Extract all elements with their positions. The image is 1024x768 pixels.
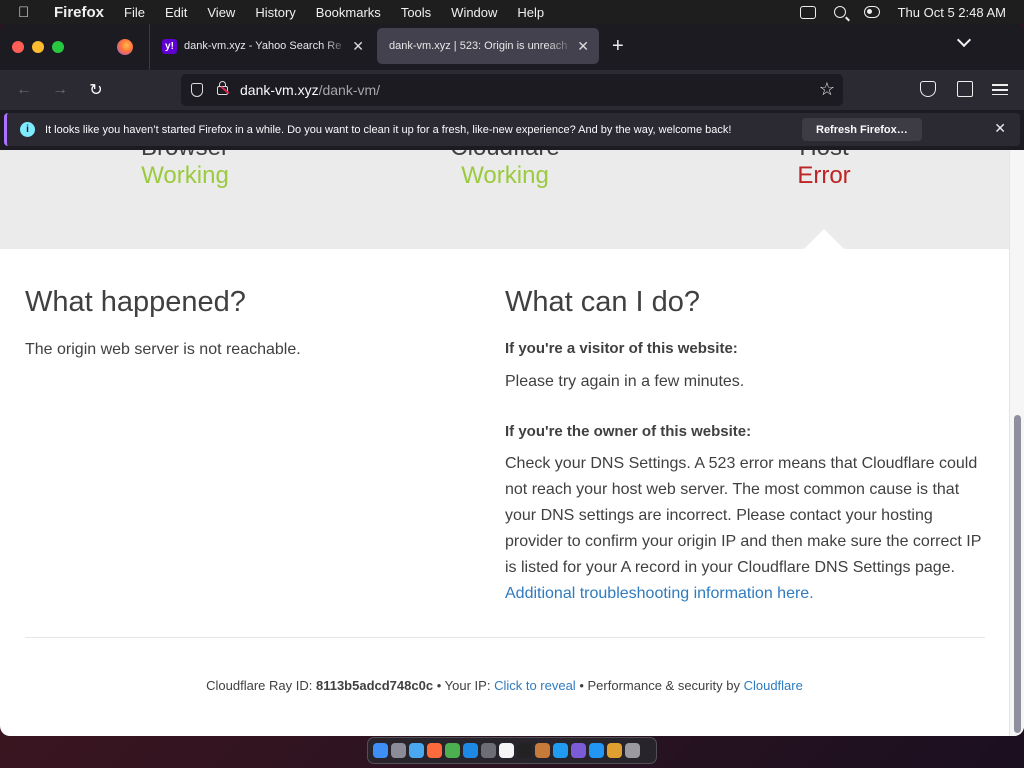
footer: Cloudflare Ray ID: 8113b5adcd748c0c • Yo… — [0, 678, 1009, 693]
ray-id: 8113b5adcd748c0c — [315, 678, 434, 693]
back-button[interactable]: ← — [13, 79, 35, 101]
footer-divider — [25, 637, 985, 638]
tab-title: dank-vm.xyz - Yahoo Search Re — [184, 40, 342, 52]
extensions-puzzle-icon[interactable] — [957, 81, 973, 97]
troubleshooting-link[interactable]: Additional troubleshooting information h… — [505, 585, 814, 602]
scrollbar-thumb[interactable] — [1014, 415, 1021, 733]
url-bar[interactable]: dank-vm.xyz/dank-vm/ ☆ — [181, 74, 843, 106]
info-icon: i — [20, 122, 35, 137]
status-name: Host — [664, 150, 984, 162]
menu-window[interactable]: Window — [451, 5, 497, 20]
cloudflare-link[interactable]: Cloudflare — [744, 678, 803, 693]
firefox-window: y! dank-vm.xyz - Yahoo Search Re ✕ dank-… — [0, 24, 1024, 736]
status-band: Browser Working Cloudflare Working Host … — [0, 150, 1009, 249]
menu-help[interactable]: Help — [517, 5, 544, 20]
forward-button[interactable]: → — [49, 79, 71, 101]
notification-message: It looks like you haven’t started Firefo… — [45, 123, 732, 136]
firefox-view-icon[interactable] — [117, 39, 133, 55]
new-tab-button[interactable]: + — [612, 36, 624, 56]
menu-edit[interactable]: Edit — [165, 5, 187, 20]
menu-history[interactable]: History — [255, 5, 295, 20]
tab-yahoo-search[interactable]: y! dank-vm.xyz - Yahoo Search Re ✕ — [150, 28, 374, 64]
script-editor-icon[interactable] — [535, 743, 550, 758]
menu-bookmarks[interactable]: Bookmarks — [316, 5, 381, 20]
close-tab-icon[interactable]: ✕ — [577, 38, 589, 55]
macos-menubar:  Firefox File Edit View History Bookmar… — [0, 0, 1024, 24]
reveal-ip-link[interactable]: Click to reveal — [494, 678, 576, 693]
apple-menu-icon[interactable]:  — [18, 4, 34, 21]
perf-label: Performance & security by — [587, 678, 740, 693]
pocket-icon[interactable] — [920, 81, 936, 97]
status-state: Working — [461, 162, 549, 189]
vertical-scrollbar[interactable] — [1009, 150, 1024, 736]
url-text[interactable]: dank-vm.xyz/dank-vm/ — [240, 82, 380, 98]
notification-bar: i It looks like you haven’t started Fire… — [0, 110, 1024, 150]
list-all-tabs-chevron-down-icon[interactable] — [958, 36, 970, 48]
screen-mirroring-icon[interactable] — [799, 5, 816, 19]
menu-tools[interactable]: Tools — [401, 5, 431, 20]
close-window-button[interactable] — [12, 41, 24, 53]
close-notification-icon[interactable]: ✕ — [994, 120, 1006, 137]
refresh-firefox-button[interactable]: Refresh Firefox… — [802, 118, 922, 141]
status-name: Browser — [25, 150, 345, 162]
safari-icon[interactable] — [409, 743, 424, 758]
control-center-icon[interactable] — [863, 6, 880, 18]
tracking-protection-shield-icon[interactable] — [191, 83, 203, 97]
menubar-clock[interactable]: Thu Oct 5 2:48 AM — [898, 5, 1006, 20]
spotlight-search-icon[interactable] — [833, 6, 846, 18]
reload-button[interactable]: ↻ — [85, 79, 107, 101]
visual-studio-icon[interactable] — [571, 743, 586, 758]
dock — [367, 737, 657, 764]
ip-label: Your IP: — [444, 678, 491, 693]
menu-view[interactable]: View — [207, 5, 235, 20]
footer-sep: • — [579, 678, 584, 693]
vpn-app-icon[interactable] — [607, 743, 622, 758]
status-state: Working — [141, 162, 229, 189]
hamburger-menu-icon[interactable] — [992, 81, 1008, 97]
status-name: Cloudflare — [345, 150, 665, 162]
textedit-icon[interactable] — [499, 743, 514, 758]
footer-sep: • — [436, 678, 442, 693]
minimize-window-button[interactable] — [32, 41, 44, 53]
status-state: Error — [797, 162, 851, 189]
menu-file[interactable]: File — [124, 5, 145, 20]
trash-icon[interactable] — [625, 743, 640, 758]
tab-title: dank-vm.xyz | 523: Origin is unreach — [389, 40, 568, 52]
visitor-label: If you're a visitor of this website: — [505, 340, 738, 357]
navigation-toolbar: ← → ↻ dank-vm.xyz/dank-vm/ ☆ — [0, 70, 1024, 110]
vscode-icon[interactable] — [553, 743, 568, 758]
page-viewport: Browser Working Cloudflare Working Host … — [0, 150, 1024, 736]
cloud-app-icon[interactable] — [589, 743, 604, 758]
url-host: dank-vm.xyz — [240, 82, 319, 98]
insecure-lock-icon[interactable] — [217, 80, 228, 95]
firefox-icon[interactable] — [427, 743, 442, 758]
launchpad-icon[interactable] — [391, 743, 406, 758]
ray-label: Cloudflare Ray ID: — [206, 678, 313, 693]
tab-origin-error[interactable]: dank-vm.xyz | 523: Origin is unreach ✕ — [377, 28, 599, 64]
finder-icon[interactable] — [373, 743, 388, 758]
zoom-window-button[interactable] — [52, 41, 64, 53]
error-pointer — [804, 229, 844, 249]
bookmark-star-icon[interactable]: ☆ — [819, 80, 835, 98]
owner-paragraph: Check your DNS Settings. A 523 error mea… — [505, 451, 987, 607]
owner-label: If you're the owner of this website: — [505, 423, 752, 440]
terminal-icon[interactable] — [517, 743, 532, 758]
tab-strip: y! dank-vm.xyz - Yahoo Search Re ✕ dank-… — [0, 24, 1024, 70]
close-tab-icon[interactable]: ✕ — [352, 38, 364, 55]
chrome-icon[interactable] — [445, 743, 460, 758]
owner-text: Check your DNS Settings. A 523 error mea… — [505, 455, 982, 576]
what-can-i-do-heading: What can I do? — [505, 286, 701, 318]
system-settings-icon[interactable] — [481, 743, 496, 758]
what-happened-heading: What happened? — [25, 286, 246, 318]
yahoo-favicon-icon: y! — [162, 38, 177, 54]
menu-app-firefox[interactable]: Firefox — [54, 4, 104, 21]
visitor-text: Please try again in a few minutes. — [505, 373, 745, 390]
what-happened-text: The origin web server is not reachable. — [25, 341, 301, 358]
app-store-icon[interactable] — [463, 743, 478, 758]
url-path: /dank-vm/ — [318, 82, 381, 98]
